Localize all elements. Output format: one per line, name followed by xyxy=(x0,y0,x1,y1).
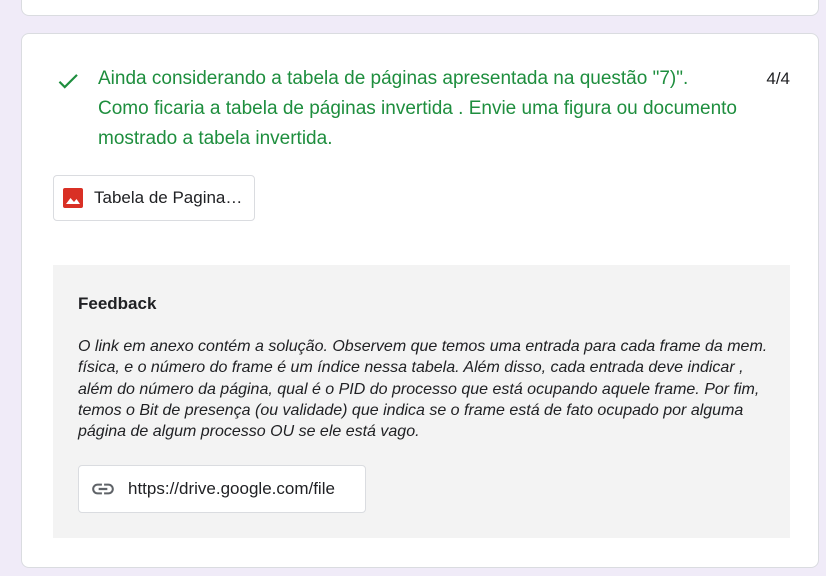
feedback-heading: Feedback xyxy=(78,294,157,313)
attachment-label: Tabela de Paginas Invertida xyxy=(94,188,250,207)
check-icon xyxy=(58,74,78,89)
feedback-panel: Feedback O link em anexo contém a soluçã… xyxy=(53,265,790,538)
attachment-file-chip[interactable]: Tabela de Paginas Invertida xyxy=(53,175,255,221)
link-icon xyxy=(92,483,114,495)
image-icon xyxy=(63,188,83,208)
score-label: 4/4 xyxy=(766,69,790,88)
feedback-link-chip[interactable]: https://drive.google.com/file xyxy=(78,465,366,513)
question-text: Ainda considerando a tabela de páginas a… xyxy=(98,68,737,149)
previous-question-card xyxy=(21,0,819,16)
feedback-link-label: https://drive.google.com/file xyxy=(128,479,335,498)
feedback-text: O link em anexo contém a solução. Observ… xyxy=(78,338,768,441)
question-card: Ainda considerando a tabela de páginas a… xyxy=(21,33,819,568)
